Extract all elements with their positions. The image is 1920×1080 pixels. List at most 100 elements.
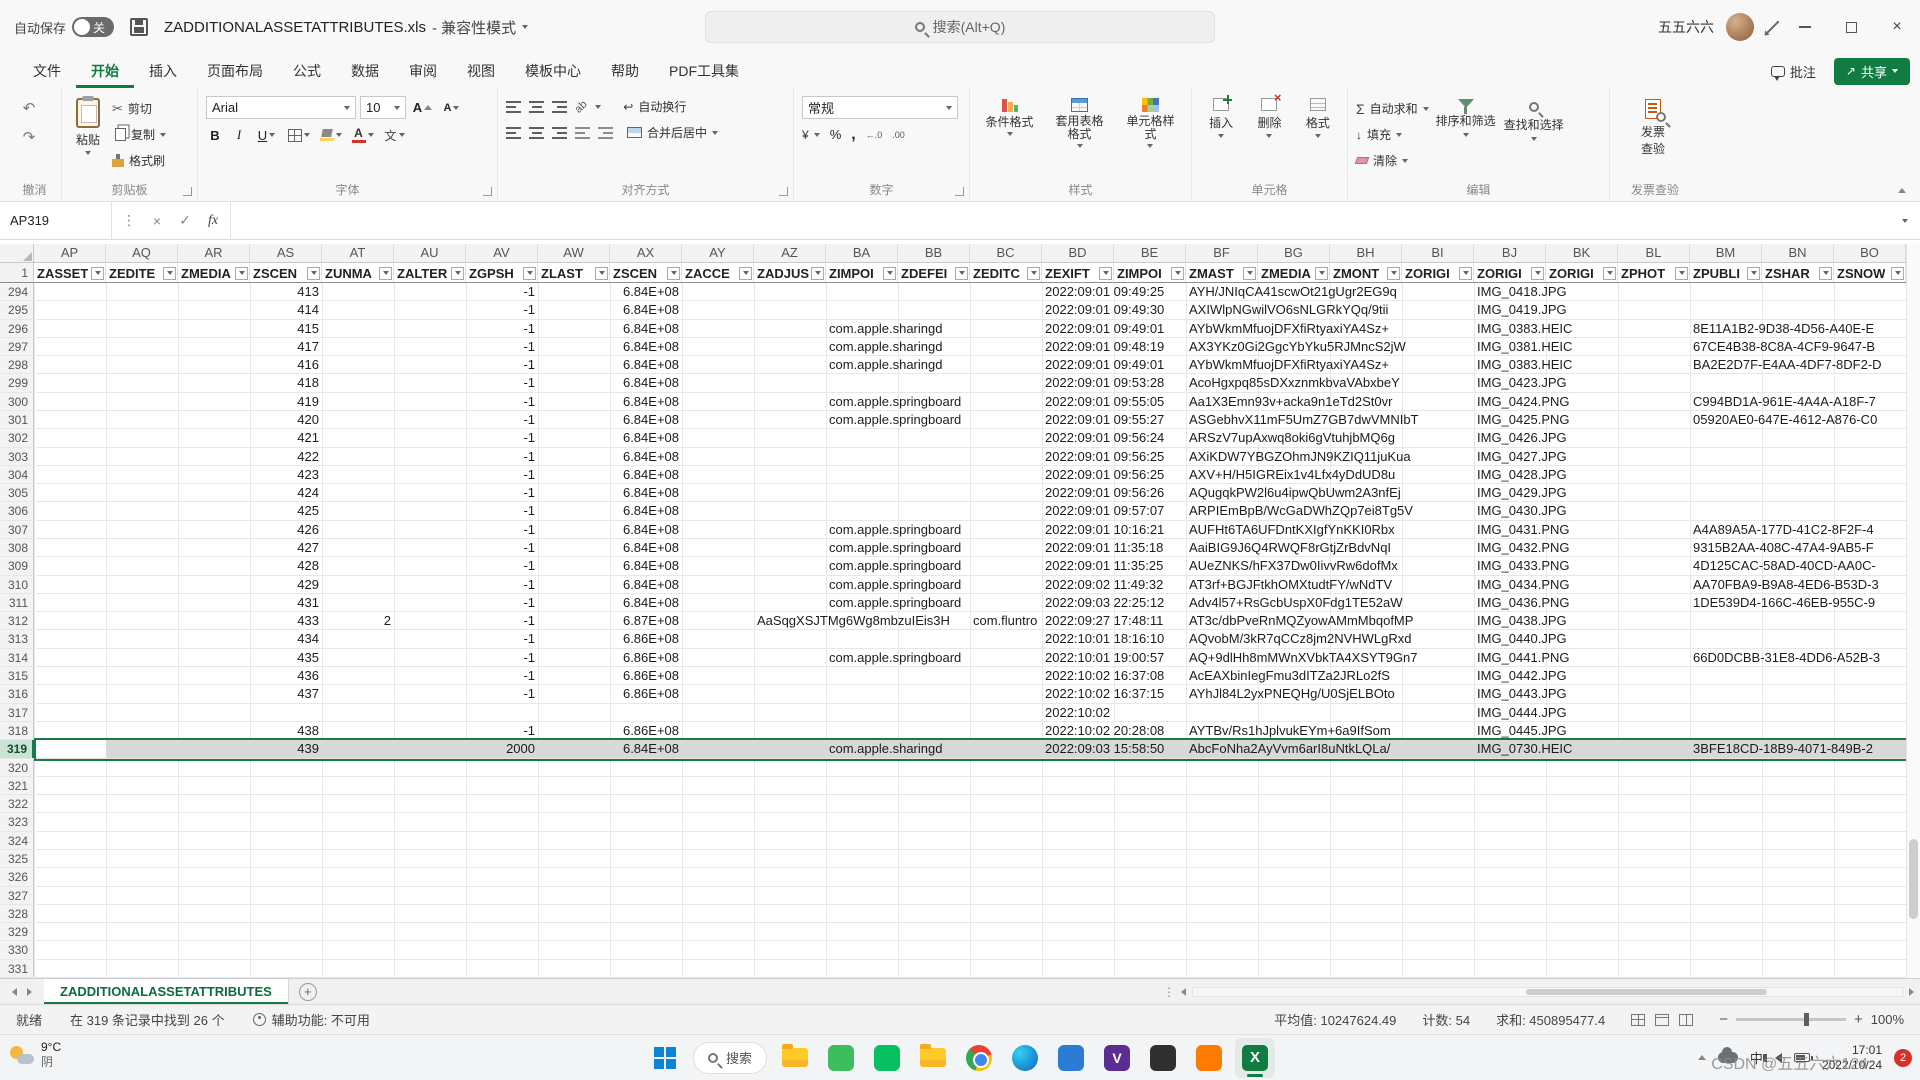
collapse-ribbon-icon[interactable] — [1898, 188, 1906, 193]
grid-cell-BM296[interactable]: 8E11A1B2-9D38-4D56-A40E-E — [1690, 320, 1877, 337]
grid-cell-AV314[interactable]: -1 — [466, 649, 538, 666]
undo-button[interactable]: ↶ — [16, 96, 42, 120]
column-header-AT[interactable]: AT — [322, 244, 394, 263]
grid-cell-BD294[interactable]: 2022:09:01 09:49:25 — [1042, 283, 1167, 300]
next-sheet-icon[interactable] — [27, 988, 32, 996]
expand-formula-bar-icon[interactable] — [1890, 202, 1920, 239]
grid-cell-BF319[interactable]: AbcFoNha2AyVvm6arI8uNtkLQLa/ — [1186, 740, 1393, 757]
column-header-BO[interactable]: BO — [1834, 244, 1906, 263]
grid-cell-AX305[interactable]: 6.84E+08 — [610, 484, 682, 501]
grid-cell-AX297[interactable]: 6.84E+08 — [610, 338, 682, 355]
grid-cell-BD311[interactable]: 2022:09:03 22:25:12 — [1042, 594, 1167, 611]
grid-cell-AS297[interactable]: 417 — [250, 338, 322, 355]
grid-cell-BD296[interactable]: 2022:09:01 09:49:01 — [1042, 320, 1167, 337]
grid-cell-AS319[interactable]: 439 — [250, 740, 322, 757]
row-header-313[interactable]: 313 — [0, 630, 34, 647]
start-button[interactable] — [645, 1038, 685, 1078]
grid-cell-BF296[interactable]: AYbWkmMfuojDFXfiRtyaxiYA4Sz+ — [1186, 320, 1392, 337]
v-app-icon[interactable]: V — [1097, 1038, 1137, 1078]
grid-cell-AS300[interactable]: 419 — [250, 393, 322, 410]
insert-cells-button[interactable]: 插入 — [1200, 96, 1242, 179]
grid-cell-BF300[interactable]: Aa1X3Emn93v+acka9n1eTd2St0vr — [1186, 393, 1395, 410]
grid-cell-AS307[interactable]: 426 — [250, 521, 322, 538]
borders-button[interactable] — [286, 124, 311, 146]
filter-button-AU[interactable] — [451, 267, 464, 280]
grid-cell-AS311[interactable]: 431 — [250, 594, 322, 611]
underline-button[interactable]: U — [254, 124, 279, 146]
row-header-325[interactable]: 325 — [0, 850, 34, 867]
grid-cell-AS295[interactable]: 414 — [250, 301, 322, 318]
grid-cell-AX309[interactable]: 6.84E+08 — [610, 557, 682, 574]
row-header-301[interactable]: 301 — [0, 411, 34, 428]
page-break-view-icon[interactable] — [1679, 1014, 1693, 1026]
grid-cell-BF298[interactable]: AYbWkmMfuojDFXfiRtyaxiYA4Sz+ — [1186, 356, 1392, 373]
grid-cell-AX295[interactable]: 6.84E+08 — [610, 301, 682, 318]
grid-cell-BF304[interactable]: AXV+H/H5IGREix1v4Lfx4yDdUD8u — [1186, 466, 1398, 483]
decrease-indent-icon[interactable] — [575, 127, 590, 139]
grid-cell-AS314[interactable]: 435 — [250, 649, 322, 666]
grid-cell-BJ304[interactable]: IMG_0428.JPG — [1474, 466, 1570, 483]
grid-cell-AT312[interactable]: 2 — [322, 612, 394, 629]
grid-cell-BF303[interactable]: AXiKDW7YBGZOhmJN9KZIQ11juKua — [1186, 448, 1414, 465]
grid-cell-BF316[interactable]: AYhJl84L2yxPNEQHg/U0SjELBOto — [1186, 685, 1398, 702]
filter-button-BC[interactable] — [1027, 267, 1040, 280]
comma-style-button[interactable]: , — [851, 126, 855, 144]
filter-button-BO[interactable] — [1891, 267, 1904, 280]
row-header-312[interactable]: 312 — [0, 612, 34, 629]
row-header-326[interactable]: 326 — [0, 868, 34, 885]
grid-cell-BD308[interactable]: 2022:09:01 11:35:18 — [1042, 539, 1166, 556]
grid-cell-AS301[interactable]: 420 — [250, 411, 322, 428]
grid-cell-BJ302[interactable]: IMG_0426.JPG — [1474, 429, 1570, 446]
grid-cell-BJ298[interactable]: IMG_0383.HEIC — [1474, 356, 1575, 373]
grid-cell-BD310[interactable]: 2022:09:02 11:49:32 — [1042, 576, 1166, 593]
grid-cell-AV302[interactable]: -1 — [466, 429, 538, 446]
grid-cell-BM308[interactable]: 9315B2AA-408C-47A4-9AB5-F — [1690, 539, 1877, 556]
zoom-slider[interactable] — [1736, 1018, 1846, 1021]
increase-decimal-button[interactable]: ←.0 — [866, 130, 883, 140]
grid-cell-AV295[interactable]: -1 — [466, 301, 538, 318]
column-header-BA[interactable]: BA — [826, 244, 898, 263]
delete-cells-button[interactable]: 删除 — [1248, 96, 1290, 179]
filter-button-BD[interactable] — [1099, 267, 1112, 280]
row-header-307[interactable]: 307 — [0, 521, 34, 538]
column-header-AW[interactable]: AW — [538, 244, 610, 263]
formula-input[interactable] — [231, 202, 1890, 239]
grid-cell-AS308[interactable]: 427 — [250, 539, 322, 556]
grid-cell-BA296[interactable]: com.apple.sharingd — [826, 320, 945, 337]
row-header-330[interactable]: 330 — [0, 941, 34, 958]
grid-cell-BD313[interactable]: 2022:10:01 18:16:10 — [1042, 630, 1167, 647]
autosave-toggle[interactable]: 自动保存 关 — [14, 17, 114, 37]
grid-cell-BJ311[interactable]: IMG_0436.PNG — [1474, 594, 1573, 611]
grid-cell-AS309[interactable]: 428 — [250, 557, 322, 574]
pen-icon[interactable] — [1767, 21, 1780, 34]
grid-cell-BM301[interactable]: 05920AE0-647E-4612-A876-C0 — [1690, 411, 1880, 428]
grid-cell-BF314[interactable]: AQ+9dlHh8mMWnXVbkTA4XSYT9Gn7 — [1186, 649, 1420, 666]
grid-cell-BD297[interactable]: 2022:09:01 09:48:19 — [1042, 338, 1167, 355]
username[interactable]: 五五六六 — [1658, 17, 1714, 37]
decrease-decimal-button[interactable]: .00 — [892, 130, 905, 140]
tab-splitter-icon[interactable]: ⋮ — [1163, 985, 1175, 999]
phonetic-guide-button[interactable]: 文 — [382, 124, 407, 146]
align-left-icon[interactable] — [506, 127, 521, 139]
grid-cell-AS315[interactable]: 436 — [250, 667, 322, 684]
grid-cell-BA301[interactable]: com.apple.springboard — [826, 411, 964, 428]
column-header-AX[interactable]: AX — [610, 244, 682, 263]
grid-cell-BJ310[interactable]: IMG_0434.PNG — [1474, 576, 1573, 593]
filter-button-BH[interactable] — [1387, 267, 1400, 280]
column-header-BC[interactable]: BC — [970, 244, 1042, 263]
grid-cell-BF301[interactable]: ASGebhvX11mF5UmZ7GB7dwVMNIbT — [1186, 411, 1422, 428]
filter-button-AW[interactable] — [595, 267, 608, 280]
grid-cell-AV318[interactable]: -1 — [466, 722, 538, 739]
grid-cell-BC312[interactable]: com.fluntro — [970, 612, 1040, 629]
alignment-dialog-launcher[interactable] — [779, 187, 788, 196]
grid-cell-BJ307[interactable]: IMG_0431.PNG — [1474, 521, 1573, 538]
grid-cell-AS313[interactable]: 434 — [250, 630, 322, 647]
grid-cell-BA308[interactable]: com.apple.springboard — [826, 539, 964, 556]
grid-cell-BJ314[interactable]: IMG_0441.PNG — [1474, 649, 1573, 666]
grid-cell-AX301[interactable]: 6.84E+08 — [610, 411, 682, 428]
grid-cell-AV297[interactable]: -1 — [466, 338, 538, 355]
row-header-298[interactable]: 298 — [0, 356, 34, 373]
column-header-BM[interactable]: BM — [1690, 244, 1762, 263]
format-as-table-button[interactable]: 套用表格格式 — [1047, 96, 1112, 179]
autosum-button[interactable]: Σ自动求和 — [1356, 98, 1429, 119]
